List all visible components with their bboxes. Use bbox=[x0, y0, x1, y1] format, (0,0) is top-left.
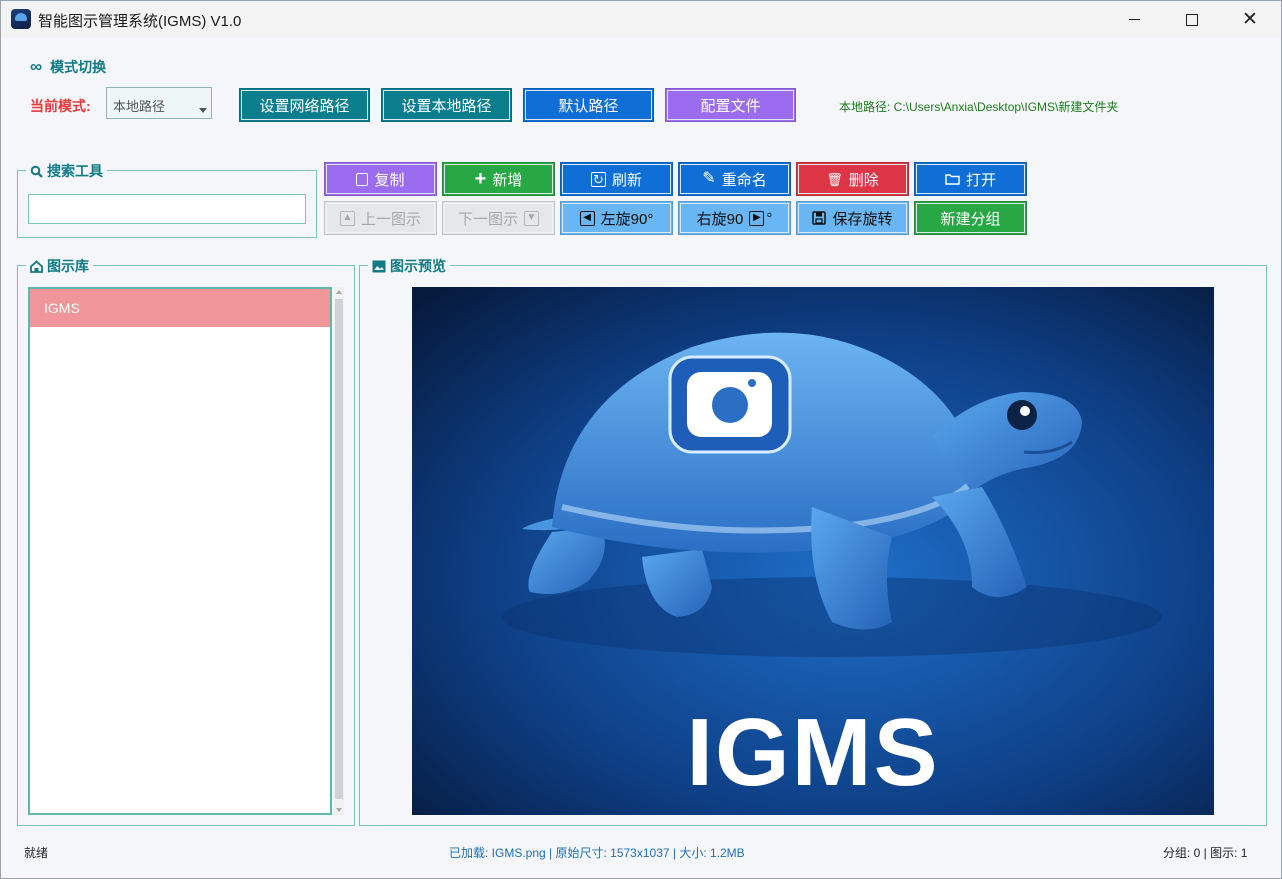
dropdown-arrow-icon bbox=[199, 108, 207, 113]
search-icon bbox=[30, 165, 43, 178]
main-content: ∞ 模式切换 当前模式: 本地路径 设置网络路径 设置本地路径 默认路径 配置文… bbox=[1, 38, 1281, 878]
down-arrow-icon: ▼ bbox=[524, 210, 539, 226]
window-title: 智能图示管理系统(IGMS) V1.0 bbox=[38, 13, 242, 30]
add-label: 新增 bbox=[492, 171, 523, 189]
rotate-right-button[interactable]: 右旋90 ▶ ° bbox=[678, 201, 791, 235]
rotate-right-icon: ▶ bbox=[749, 210, 765, 226]
home-icon bbox=[30, 259, 43, 273]
set-local-path-label: 设置本地路径 bbox=[401, 97, 492, 115]
close-button[interactable]: ✕ bbox=[1221, 1, 1279, 38]
refresh-icon: ↻ bbox=[590, 171, 606, 187]
status-ready: 就绪 bbox=[24, 846, 49, 860]
rename-label: 重命名 bbox=[721, 171, 767, 189]
up-arrow-icon: ▲ bbox=[339, 210, 355, 226]
local-path-display: 本地路径: C:\Users\Anxia\Desktop\IGMS\新建文件夹 bbox=[839, 100, 1119, 114]
rotate-left-icon: ◀ bbox=[579, 210, 595, 226]
config-file-label: 配置文件 bbox=[700, 97, 761, 115]
library-group-label: 图示库 bbox=[47, 258, 89, 274]
refresh-button[interactable]: ↻ 刷新 bbox=[560, 162, 673, 196]
maximize-button[interactable] bbox=[1163, 1, 1221, 38]
refresh-label: 刷新 bbox=[611, 171, 642, 189]
mode-section-label: 模式切换 bbox=[50, 59, 107, 75]
new-group-label: 新建分组 bbox=[940, 210, 1001, 228]
config-file-button[interactable]: 配置文件 bbox=[665, 88, 796, 122]
scroll-thumb[interactable] bbox=[335, 299, 343, 799]
search-input[interactable] bbox=[28, 194, 306, 224]
open-label: 打开 bbox=[965, 171, 996, 189]
save-rotation-label: 保存旋转 bbox=[832, 210, 893, 228]
maximize-icon bbox=[1186, 13, 1198, 26]
scroll-down-icon[interactable] bbox=[336, 808, 342, 812]
trash-icon: 🗑 bbox=[826, 171, 843, 187]
open-button[interactable]: 打开 bbox=[914, 162, 1027, 196]
set-network-path-button[interactable]: 设置网络路径 bbox=[239, 88, 370, 122]
library-group-title: 图示库 bbox=[26, 256, 93, 276]
plus-icon: + bbox=[474, 168, 487, 190]
scroll-up-icon[interactable] bbox=[336, 290, 342, 294]
save-rotation-button[interactable]: 保存旋转 bbox=[796, 201, 909, 235]
rotate-left-label: 左旋90° bbox=[600, 210, 654, 228]
default-path-button[interactable]: 默认路径 bbox=[523, 88, 654, 122]
add-button[interactable]: + 新增 bbox=[442, 162, 555, 196]
copy-label: 复制 bbox=[374, 171, 405, 189]
rename-button[interactable]: ✎ 重命名 bbox=[678, 162, 791, 196]
mode-dropdown-value: 本地路径 bbox=[113, 99, 166, 114]
next-image-label: 下一图示 bbox=[457, 210, 518, 228]
minimize-button[interactable] bbox=[1105, 1, 1163, 38]
library-scrollbar[interactable] bbox=[334, 287, 344, 815]
search-group-title: 搜索工具 bbox=[26, 161, 107, 181]
status-counts: 分组: 0 | 图示: 1 bbox=[1163, 846, 1248, 860]
list-item[interactable]: IGMS bbox=[30, 289, 330, 327]
default-path-label: 默认路径 bbox=[558, 97, 619, 115]
app-window: 智能图示管理系统(IGMS) V1.0 ✕ ∞ 模式切换 当前模式: 本地路径 … bbox=[0, 0, 1282, 879]
library-list[interactable]: IGMS bbox=[28, 287, 332, 815]
current-mode-label: 当前模式: bbox=[30, 98, 91, 114]
preview-group-title: 图示预览 bbox=[368, 256, 450, 276]
close-icon: ✕ bbox=[1242, 9, 1258, 30]
rotate-right-label: 右旋90 bbox=[696, 210, 744, 228]
minimize-icon bbox=[1128, 19, 1140, 20]
copy-button[interactable]: 复制 bbox=[324, 162, 437, 196]
preview-image-text: IGMS bbox=[686, 699, 939, 806]
mode-section-title: ∞ 模式切换 bbox=[30, 57, 106, 77]
folder-icon bbox=[945, 174, 960, 185]
status-loaded-info: 已加载: IGMS.png | 原始尺寸: 1573x1037 | 大小: 1.… bbox=[449, 846, 745, 860]
mode-dropdown[interactable]: 本地路径 bbox=[106, 87, 212, 119]
rotate-left-button[interactable]: ◀ 左旋90° bbox=[560, 201, 673, 235]
infinity-icon: ∞ bbox=[30, 57, 43, 76]
library-group: 图示库 IGMS bbox=[17, 256, 355, 826]
clipboard-icon bbox=[356, 172, 369, 186]
title-bar[interactable]: 智能图示管理系统(IGMS) V1.0 ✕ bbox=[1, 1, 1281, 38]
search-group: 搜索工具 bbox=[17, 161, 317, 238]
image-icon bbox=[372, 260, 386, 272]
prev-image-label: 上一图示 bbox=[360, 210, 421, 228]
preview-group-label: 图示预览 bbox=[390, 258, 446, 274]
new-group-button[interactable]: 新建分组 bbox=[914, 201, 1027, 235]
turtle-illustration: IGMS bbox=[412, 287, 1214, 815]
prev-image-button[interactable]: ▲ 上一图示 bbox=[324, 201, 437, 235]
set-local-path-button[interactable]: 设置本地路径 bbox=[381, 88, 512, 122]
save-icon bbox=[812, 211, 827, 225]
delete-button[interactable]: 🗑 删除 bbox=[796, 162, 909, 196]
delete-label: 删除 bbox=[848, 171, 879, 189]
next-image-button[interactable]: 下一图示 ▼ bbox=[442, 201, 555, 235]
preview-group: 图示预览 IGMS bbox=[359, 256, 1267, 826]
app-logo-icon bbox=[11, 9, 31, 29]
preview-image: IGMS bbox=[412, 287, 1214, 815]
rotate-right-degree: ° bbox=[766, 209, 773, 227]
set-network-path-label: 设置网络路径 bbox=[259, 97, 350, 115]
search-group-label: 搜索工具 bbox=[47, 163, 103, 179]
pencil-icon: ✎ bbox=[702, 170, 716, 187]
